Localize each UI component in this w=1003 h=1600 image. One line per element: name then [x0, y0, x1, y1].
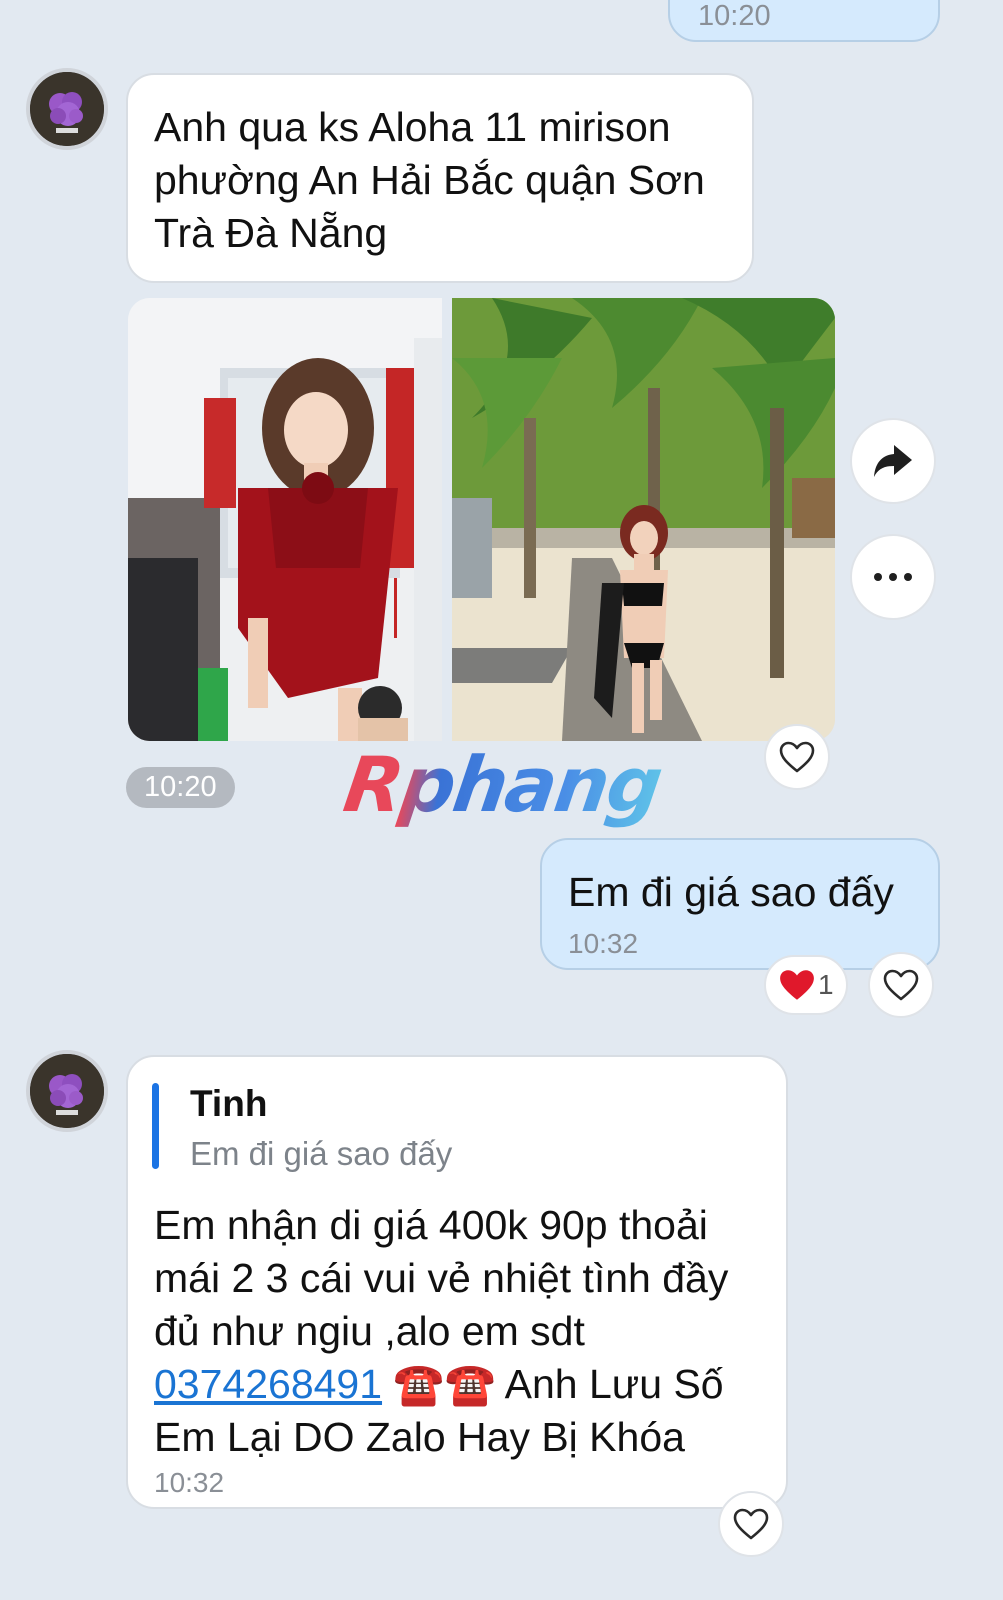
react-heart-button[interactable] [868, 952, 934, 1018]
photo-image [452, 298, 835, 741]
red-heart-icon [780, 970, 814, 1000]
outgoing-bubble-previous[interactable]: 10:20 [668, 0, 940, 42]
heart-outline-icon [733, 1508, 769, 1540]
photo-beach[interactable] [452, 298, 835, 741]
watermark-logo: Rphang [338, 740, 667, 829]
message-time: 10:32 [568, 928, 639, 959]
more-dots-icon [874, 573, 912, 581]
react-heart-button[interactable] [718, 1491, 784, 1557]
phone-emoji: ☎️☎️ [382, 1361, 505, 1407]
contact-avatar[interactable] [26, 1050, 108, 1132]
message-text-part: Em nhận di giá 400k 90p thoải mái 2 3 cá… [154, 1202, 729, 1354]
reaction-count: 1 [818, 969, 834, 1000]
avatar-image [30, 72, 104, 146]
heart-outline-icon [883, 969, 919, 1001]
quoted-sender-name: Tinh [190, 1083, 268, 1124]
contact-avatar[interactable] [26, 68, 108, 150]
quoted-message-text: Em đi giá sao đấy [190, 1135, 453, 1172]
photo-red-dress[interactable] [128, 298, 442, 741]
quote-bar [152, 1083, 159, 1169]
more-options-button[interactable] [850, 534, 936, 620]
message-text: Em nhận di giá 400k 90p thoải mái 2 3 cá… [154, 1199, 768, 1464]
phone-number-link[interactable]: 0374268491 [154, 1361, 382, 1407]
photos-time-badge: 10:20 [126, 767, 235, 808]
react-heart-button[interactable] [764, 724, 830, 790]
share-button[interactable] [850, 418, 936, 504]
reaction-summary[interactable]: 1 [764, 955, 848, 1015]
message-text: Em đi giá sao đấy [568, 869, 894, 915]
photo-image [128, 298, 442, 741]
share-arrow-icon [874, 445, 912, 477]
message-time: 10:20 [698, 0, 771, 32]
message-time: 10:32 [154, 1467, 225, 1498]
incoming-message-bubble[interactable]: Anh qua ks Aloha 11 mirison phường An Hả… [126, 73, 754, 283]
chat-screen: 10:20 Anh qua ks Aloha 11 mirison phường… [0, 0, 1003, 1600]
incoming-message-bubble[interactable]: Tinh Em đi giá sao đấy Em nhận di giá 40… [126, 1055, 788, 1509]
heart-outline-icon [779, 741, 815, 773]
outgoing-message-bubble[interactable]: Em đi giá sao đấy 10:32 [540, 838, 940, 970]
message-text: Anh qua ks Aloha 11 mirison phường An Hả… [154, 104, 705, 256]
avatar-image [30, 1054, 104, 1128]
